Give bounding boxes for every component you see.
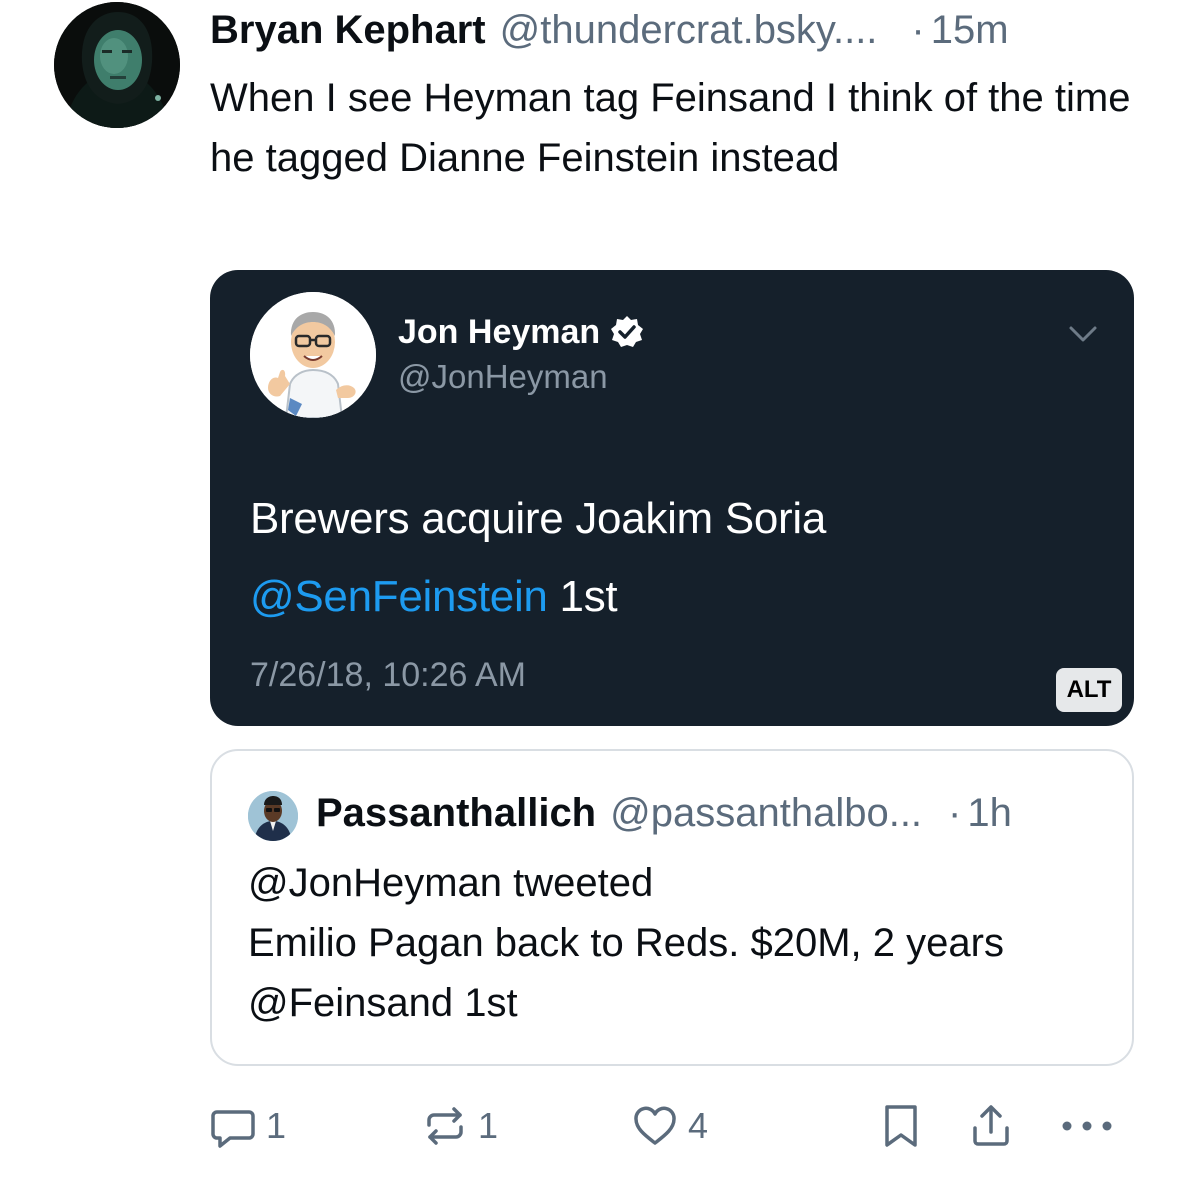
separator-dot: · (911, 8, 925, 52)
image-profile-avatar (250, 292, 376, 418)
repost-icon (427, 1107, 463, 1145)
quote-author-name[interactable]: Passanthallich (316, 789, 596, 837)
quote-text: @JonHeyman tweeted Emilio Pagan back to … (248, 861, 1004, 1025)
embedded-image[interactable]: Jon Heyman @JonHeyman Brewers acquire Jo… (210, 270, 1134, 726)
bookmark-icon (885, 1105, 917, 1147)
like-count: 4 (688, 1105, 709, 1146)
quoted-post[interactable]: Passanthallich @passanthalbo... · 1h @Jo… (210, 749, 1134, 1066)
post-text: When I see Heyman tag Feinsand I think o… (210, 76, 1131, 180)
image-display-name: Jon Heyman (398, 312, 601, 351)
repost-count: 1 (478, 1105, 499, 1146)
quote-header: Passanthallich @passanthalbo... · 1h (316, 789, 1012, 837)
image-tweet-suffix: 1st (547, 572, 618, 621)
author-avatar[interactable] (54, 2, 180, 128)
reply-count: 1 (266, 1105, 287, 1146)
author-name[interactable]: Bryan Kephart (210, 6, 486, 54)
repost-button[interactable]: 1 (420, 1096, 498, 1156)
image-handle: @JonHeyman (398, 358, 608, 395)
alt-text-button[interactable]: ALT (1056, 668, 1122, 712)
more-icon (1062, 1121, 1112, 1131)
image-tweet-text: Brewers acquire Joakim Soria (250, 494, 827, 543)
post: Bryan Kephart @thundercrat.bsky.... · 15… (0, 0, 1179, 1181)
verified-badge-icon (611, 316, 644, 347)
heart-icon (634, 1106, 676, 1145)
quote-timestamp[interactable]: 1h (967, 789, 1012, 837)
reply-icon (211, 1110, 255, 1148)
share-icon (973, 1105, 1009, 1146)
more-options-button[interactable] (1056, 1096, 1118, 1156)
image-name-row: Jon Heyman (398, 310, 644, 354)
bookmark-button[interactable] (878, 1096, 924, 1156)
image-mention: @SenFeinstein (250, 572, 548, 621)
quote-separator-dot: · (948, 791, 962, 835)
author-handle[interactable]: @thundercrat.bsky.... (500, 6, 878, 54)
quote-author-avatar[interactable] (248, 791, 298, 841)
quote-author-handle[interactable]: @passanthalbo... (610, 789, 922, 837)
quote-avatar-image (248, 791, 298, 841)
like-button[interactable]: 4 (630, 1096, 708, 1156)
author-avatar-image (54, 2, 180, 128)
post-header: Bryan Kephart @thundercrat.bsky.... · 15… (210, 6, 1140, 54)
post-timestamp[interactable]: 15m (931, 6, 1009, 54)
image-tweet-date: 7/26/18, 10:26 AM (250, 656, 526, 694)
action-bar: 1 1 4 (0, 1096, 1179, 1156)
chevron-down-icon (1069, 326, 1097, 342)
reply-button[interactable]: 1 (208, 1096, 286, 1156)
share-button[interactable] (966, 1096, 1016, 1156)
cartoon-avatar-illustration (250, 292, 376, 418)
image-tweet-text-line2: @SenFeinstein 1st (250, 572, 618, 622)
